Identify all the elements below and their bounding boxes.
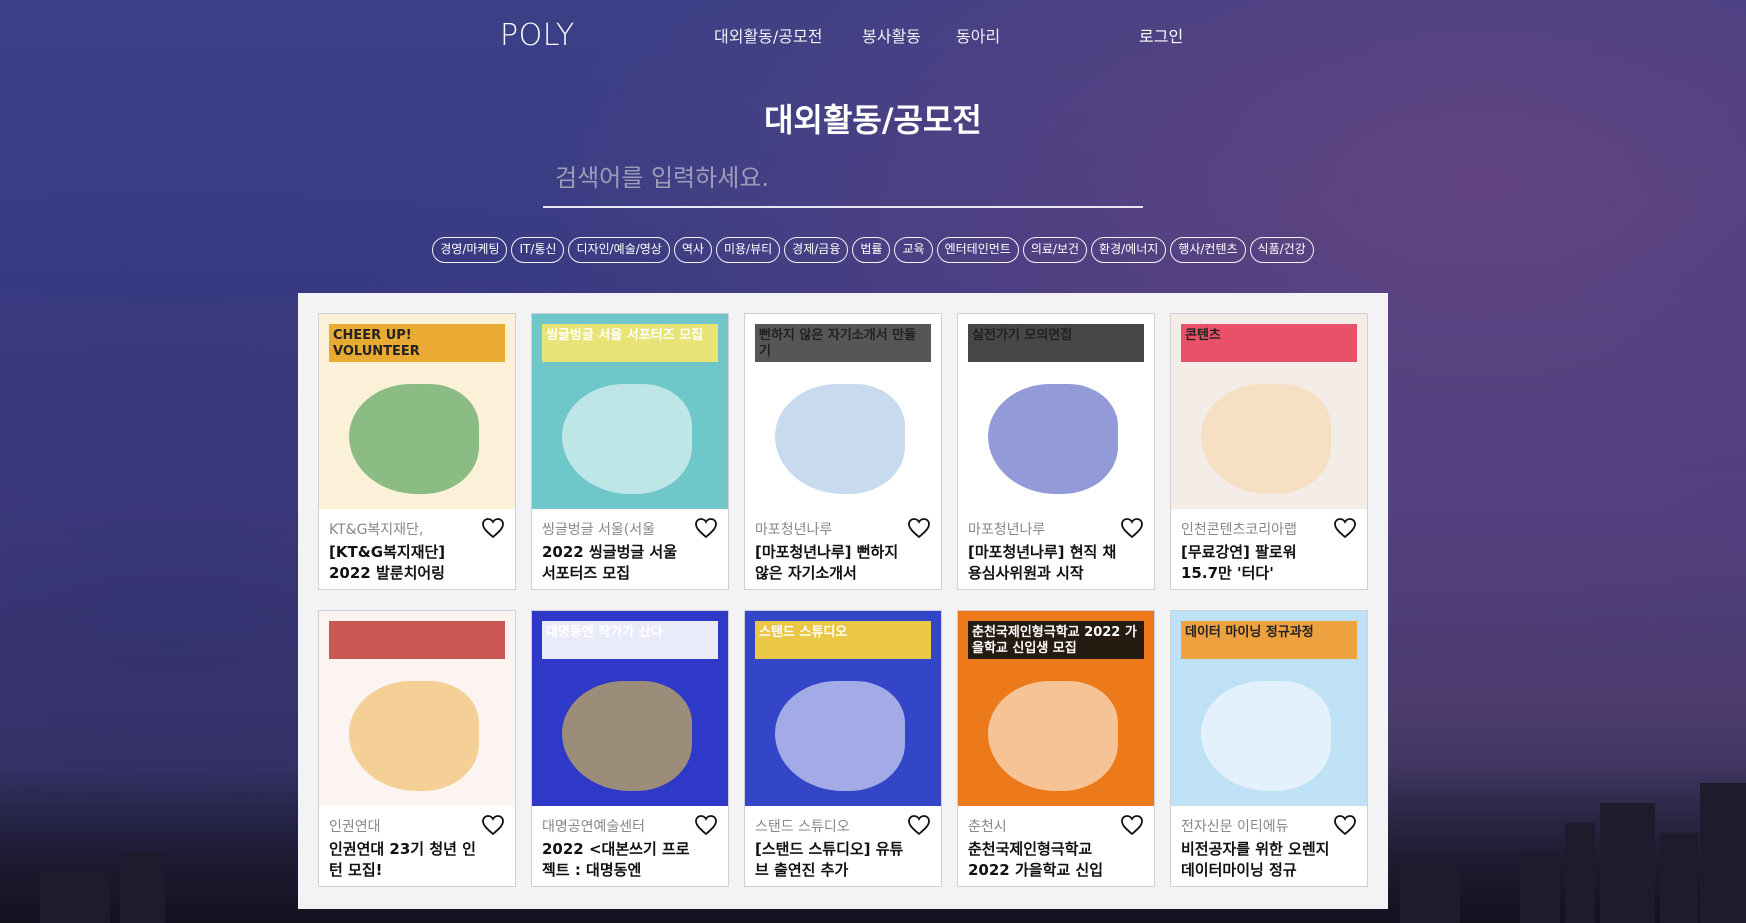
page-title: 대외활동/공모전 bbox=[764, 101, 982, 139]
category-chip[interactable]: 역사 bbox=[673, 237, 712, 263]
organizer-name: 춘천시 bbox=[968, 819, 1007, 835]
poster-headline: 데이터 마이닝 정규과정 bbox=[1185, 625, 1314, 640]
category-chip[interactable]: 디자인/예술/영상 bbox=[568, 237, 670, 263]
activity-card[interactable]: 춘천국제인형극학교 2022 가을학교 신입생 모집 춘천시 춘천국제인형극학교… bbox=[957, 610, 1155, 887]
organizer-name: 인권연대 bbox=[329, 819, 381, 835]
category-chip[interactable]: 행사/컨텐츠 bbox=[1170, 237, 1246, 263]
activity-title: 인권연대 23기 청년 인턴 모집! bbox=[329, 840, 476, 879]
poster-illustration bbox=[775, 681, 905, 791]
poster-illustration bbox=[1201, 384, 1331, 494]
category-chip[interactable]: 교육 bbox=[894, 237, 933, 263]
heart-icon[interactable] bbox=[694, 814, 718, 836]
heart-icon[interactable] bbox=[694, 517, 718, 539]
category-chip[interactable]: 환경/에너지 bbox=[1091, 237, 1167, 263]
heart-icon[interactable] bbox=[907, 814, 931, 836]
heart-icon[interactable] bbox=[1120, 517, 1144, 539]
category-chip[interactable]: 의료/보건 bbox=[1022, 237, 1088, 263]
activity-card[interactable]: 씽글벙글 서울 서포터즈 모집 씽글벙글 서울(서울 2022 씽글벙글 서울 … bbox=[531, 313, 729, 590]
poster-thumbnail: 씽글벙글 서울 서포터즈 모집 bbox=[532, 314, 728, 509]
poster-illustration bbox=[562, 681, 692, 791]
poster-illustration bbox=[349, 681, 479, 791]
heart-icon[interactable] bbox=[1333, 814, 1357, 836]
organizer-name: 인천콘텐츠코리아랩 bbox=[1181, 522, 1297, 538]
poster-thumbnail: 춘천국제인형극학교 2022 가을학교 신입생 모집 bbox=[958, 611, 1154, 806]
heart-icon[interactable] bbox=[481, 517, 505, 539]
organizer-name: 씽글벙글 서울(서울 bbox=[542, 522, 655, 538]
poster-decoration bbox=[329, 621, 505, 659]
heart-icon[interactable] bbox=[1333, 517, 1357, 539]
activity-title: 비전공자를 위한 오렌지 데이터마이닝 정규 bbox=[1181, 840, 1330, 879]
search-input[interactable] bbox=[543, 150, 1143, 206]
activity-title: [마포청년나루] 뻔하지 않은 자기소개서 bbox=[755, 543, 899, 582]
poster-thumbnail bbox=[319, 611, 515, 806]
category-filter: 경영/마케팅 IT/통신 디자인/예술/영상 역사 미용/뷰티 경제/금융 법률… bbox=[0, 237, 1746, 263]
activity-title: 춘천국제인형극학교 2022 가을학교 신입 bbox=[968, 840, 1103, 879]
heart-icon[interactable] bbox=[907, 517, 931, 539]
logo[interactable]: POLY bbox=[500, 18, 575, 53]
category-chip[interactable]: 법률 bbox=[852, 237, 891, 263]
poster-thumbnail: 뻔하지 않은 자기소개서 만들기 bbox=[745, 314, 941, 509]
search-bar bbox=[543, 150, 1143, 208]
activity-card[interactable]: 인권연대 인권연대 23기 청년 인턴 모집! bbox=[318, 610, 516, 887]
activity-title: [무료강연] 팔로워 15.7만 '터다' bbox=[1181, 543, 1297, 582]
organizer-name: 스탠드 스튜디오 bbox=[755, 819, 850, 835]
activity-card[interactable]: 데이터 마이닝 정규과정 전자신문 이티에듀 비전공자를 위한 오렌지 데이터마… bbox=[1170, 610, 1368, 887]
activity-card[interactable]: 뻔하지 않은 자기소개서 만들기 마포청년나루 [마포청년나루] 뻔하지 않은 … bbox=[744, 313, 942, 590]
organizer-name: 마포청년나루 bbox=[755, 522, 833, 538]
poster-headline: 춘천국제인형극학교 2022 가을학교 신입생 모집 bbox=[972, 625, 1137, 656]
activity-card[interactable]: 실전가기 모의면접 마포청년나루 [마포청년나루] 현직 채용심사위원과 시작 bbox=[957, 313, 1155, 590]
category-chip[interactable]: IT/통신 bbox=[511, 237, 565, 263]
activity-title: 2022 씽글벙글 서울 서포터즈 모집 bbox=[542, 543, 677, 582]
heart-icon[interactable] bbox=[1120, 814, 1144, 836]
activity-card[interactable]: 콘텐츠 인천콘텐츠코리아랩 [무료강연] 팔로워 15.7만 '터다' bbox=[1170, 313, 1368, 590]
category-chip[interactable]: 미용/뷰티 bbox=[715, 237, 781, 263]
poster-illustration bbox=[988, 681, 1118, 791]
activity-card-grid: CHEER UP! VOLUNTEER KT&G복지재단, [KT&G복지재단]… bbox=[318, 313, 1368, 887]
poster-thumbnail: 대명동엔 작가가 산다 bbox=[532, 611, 728, 806]
poster-headline: 콘텐츠 bbox=[1185, 328, 1221, 343]
poster-thumbnail: CHEER UP! VOLUNTEER bbox=[319, 314, 515, 509]
poster-headline: CHEER UP! VOLUNTEER bbox=[333, 328, 420, 359]
poster-headline: 대명동엔 작가가 산다 bbox=[546, 625, 663, 640]
activity-card[interactable]: CHEER UP! VOLUNTEER KT&G복지재단, [KT&G복지재단]… bbox=[318, 313, 516, 590]
poster-thumbnail: 데이터 마이닝 정규과정 bbox=[1171, 611, 1367, 806]
category-chip[interactable]: 엔터테인먼트 bbox=[936, 237, 1019, 263]
poster-thumbnail: 스탠드 스튜디오 bbox=[745, 611, 941, 806]
organizer-name: 마포청년나루 bbox=[968, 522, 1046, 538]
poster-illustration bbox=[775, 384, 905, 494]
activity-title: 2022 <대본쓰기 프로젝트 : 대명동엔 bbox=[542, 840, 690, 879]
heart-icon[interactable] bbox=[481, 814, 505, 836]
activity-title: [스탠드 스튜디오] 유튜브 출연진 추가 bbox=[755, 840, 904, 879]
poster-illustration bbox=[562, 384, 692, 494]
poster-headline: 뻔하지 않은 자기소개서 만들기 bbox=[759, 328, 917, 359]
category-chip[interactable]: 식품/건강 bbox=[1249, 237, 1314, 263]
login-link[interactable]: 로그인 bbox=[1139, 23, 1183, 47]
category-chip[interactable]: 경영/마케팅 bbox=[432, 237, 508, 263]
organizer-name: KT&G복지재단, bbox=[329, 522, 424, 538]
poster-thumbnail: 실전가기 모의면접 bbox=[958, 314, 1154, 509]
poster-illustration bbox=[988, 384, 1118, 494]
poster-headline: 실전가기 모의면접 bbox=[972, 328, 1073, 343]
nav-link-volunteer[interactable]: 봉사활동 bbox=[862, 23, 921, 47]
nav-link-clubs[interactable]: 동아리 bbox=[956, 23, 1000, 47]
activity-title: [KT&G복지재단] 2022 발룬치어링 bbox=[329, 543, 446, 582]
organizer-name: 전자신문 이티에듀 bbox=[1181, 819, 1289, 835]
activity-title: [마포청년나루] 현직 채용심사위원과 시작 bbox=[968, 543, 1117, 582]
poster-headline: 씽글벙글 서울 서포터즈 모집 bbox=[546, 328, 704, 343]
activity-board: CHEER UP! VOLUNTEER KT&G복지재단, [KT&G복지재단]… bbox=[298, 293, 1388, 909]
poster-illustration bbox=[1201, 681, 1331, 791]
top-navbar: POLY 대외활동/공모전 봉사활동 동아리 로그인 bbox=[0, 0, 1746, 68]
nav-link-activities[interactable]: 대외활동/공모전 bbox=[714, 23, 822, 47]
poster-thumbnail: 콘텐츠 bbox=[1171, 314, 1367, 509]
organizer-name: 대명공연예술센터 bbox=[542, 819, 646, 835]
poster-illustration bbox=[349, 384, 479, 494]
activity-card[interactable]: 스탠드 스튜디오 스탠드 스튜디오 [스탠드 스튜디오] 유튜브 출연진 추가 bbox=[744, 610, 942, 887]
category-chip[interactable]: 경제/금융 bbox=[784, 237, 849, 263]
activity-card[interactable]: 대명동엔 작가가 산다 대명공연예술센터 2022 <대본쓰기 프로젝트 : 대… bbox=[531, 610, 729, 887]
poster-headline: 스탠드 스튜디오 bbox=[759, 625, 848, 640]
